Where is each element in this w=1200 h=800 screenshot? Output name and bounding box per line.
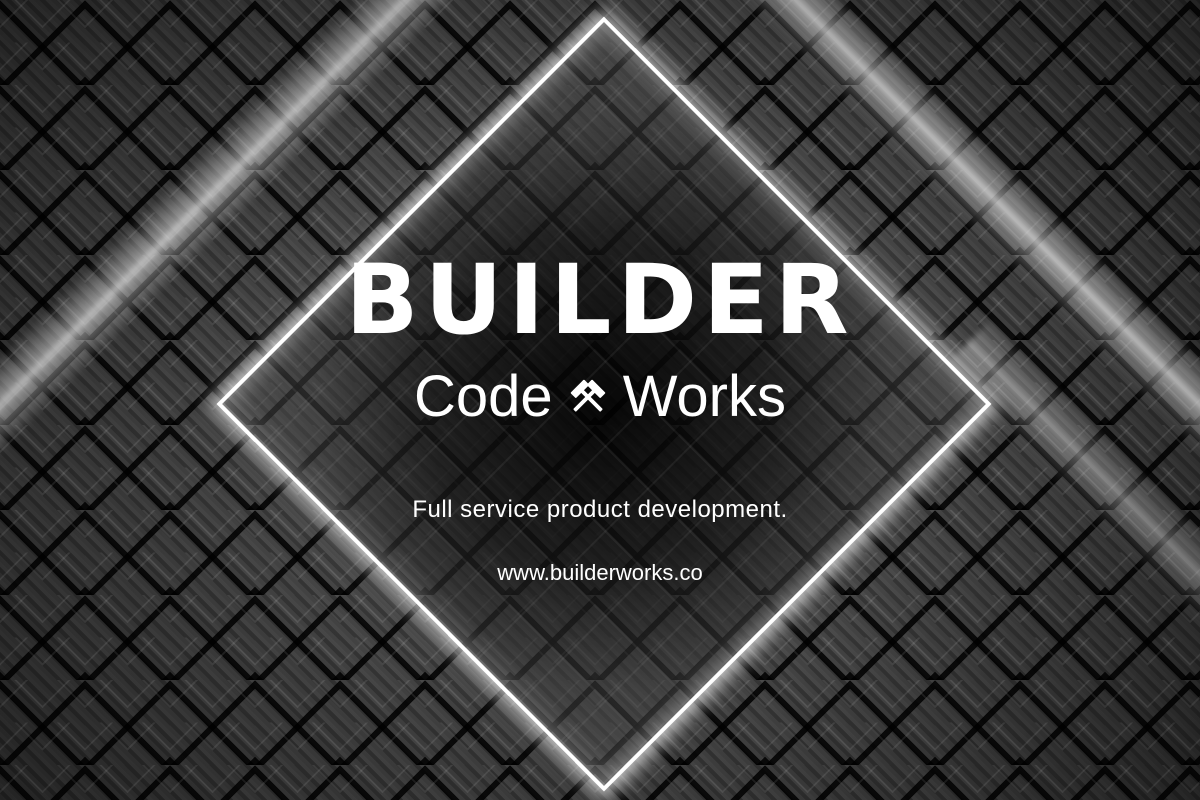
brand-sub-right: Works — [622, 364, 786, 429]
brand-subtitle: Code Works — [0, 368, 1200, 426]
crossed-hammers-icon — [570, 379, 605, 412]
website-link[interactable]: www.builderworks.co — [0, 560, 1200, 586]
banner-content: BUILDER Code Works Full service product … — [0, 0, 1200, 800]
tagline: Full service product development. — [412, 496, 788, 523]
brand-title: BUILDER — [345, 244, 855, 356]
brand-sub-left: Code — [414, 364, 553, 429]
banner-background: BUILDER Code Works Full service product … — [0, 0, 1200, 800]
